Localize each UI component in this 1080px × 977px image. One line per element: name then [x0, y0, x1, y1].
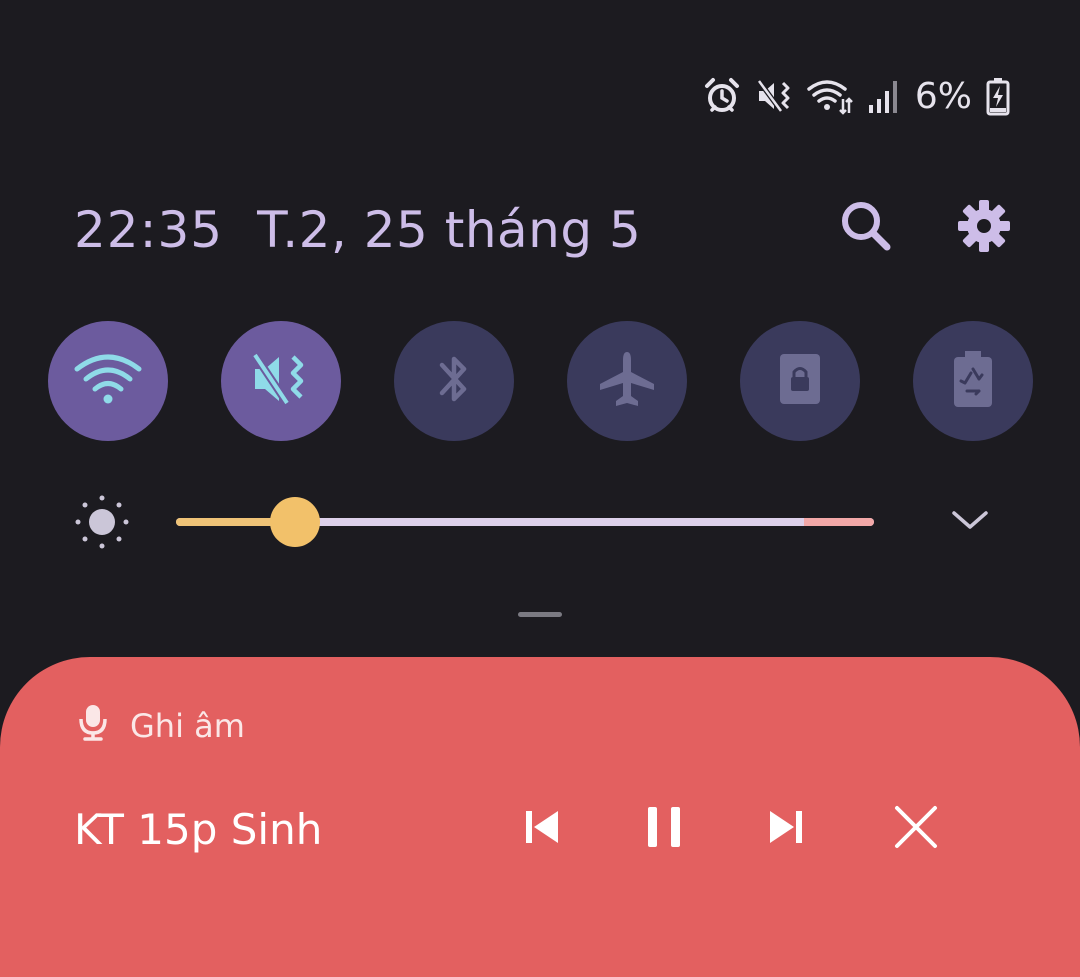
- media-app-header: Ghi âm: [78, 703, 245, 749]
- toggle-secure-folder[interactable]: [740, 321, 860, 441]
- expand-button[interactable]: [946, 504, 994, 540]
- mute-vibrate-icon: [755, 77, 793, 115]
- panel-drag-handle[interactable]: [518, 612, 562, 617]
- skip-next-icon: [766, 807, 806, 851]
- mute-vibrate-icon: [251, 349, 311, 413]
- search-button[interactable]: [834, 196, 898, 260]
- brightness-sun-icon: [70, 492, 134, 560]
- wifi-data-icon: [807, 77, 853, 115]
- alarm-icon: [703, 77, 741, 115]
- media-notification-card[interactable]: Ghi âm KT 15p Sinh: [0, 657, 1080, 977]
- brightness-control: [70, 492, 1030, 552]
- battery-recycle-icon: [951, 349, 995, 413]
- bluetooth-icon: [434, 349, 474, 413]
- toggle-sound-mute-vibrate[interactable]: [221, 321, 341, 441]
- search-icon: [837, 197, 895, 259]
- header-datetime: 22:35 T.2, 25 tháng 5: [74, 190, 641, 270]
- skip-previous-button[interactable]: [516, 803, 568, 855]
- secure-folder-icon: [777, 351, 823, 411]
- quick-toggles: [48, 321, 1033, 441]
- toggle-airplane-mode[interactable]: [567, 321, 687, 441]
- pause-button[interactable]: [638, 803, 690, 855]
- toggle-bluetooth[interactable]: [394, 321, 514, 441]
- media-app-name: Ghi âm: [130, 707, 245, 745]
- notification-panel: 6% 22:35 T.2, 25 tháng 5 Ghi âm KT 15p S…: [0, 0, 1080, 977]
- airplane-icon: [596, 348, 658, 414]
- status-bar: 6%: [703, 74, 1010, 118]
- brightness-slider-end: [804, 518, 874, 526]
- chevron-down-icon: [950, 508, 990, 536]
- settings-gear-icon: [956, 198, 1012, 258]
- microphone-icon: [78, 703, 108, 749]
- cellular-signal-icon: [867, 77, 901, 115]
- battery-percentage: 6%: [914, 75, 972, 117]
- date: T.2, 25 tháng 5: [257, 201, 642, 259]
- toggle-wifi[interactable]: [48, 321, 168, 441]
- media-title: KT 15p Sinh: [74, 805, 323, 854]
- brightness-slider-track[interactable]: [176, 497, 874, 547]
- close-icon: [893, 804, 939, 854]
- brightness-slider-thumb[interactable]: [269, 497, 320, 547]
- header-actions: [834, 188, 1016, 268]
- pause-icon: [644, 805, 684, 853]
- clock: 22:35: [74, 201, 224, 259]
- battery-charging-icon: [986, 76, 1010, 116]
- settings-button[interactable]: [952, 196, 1016, 260]
- toggle-power-saving[interactable]: [913, 321, 1033, 441]
- wifi-icon: [73, 351, 143, 411]
- close-button[interactable]: [890, 803, 942, 855]
- media-controls: [516, 803, 942, 855]
- skip-next-button[interactable]: [760, 803, 812, 855]
- skip-previous-icon: [522, 807, 562, 851]
